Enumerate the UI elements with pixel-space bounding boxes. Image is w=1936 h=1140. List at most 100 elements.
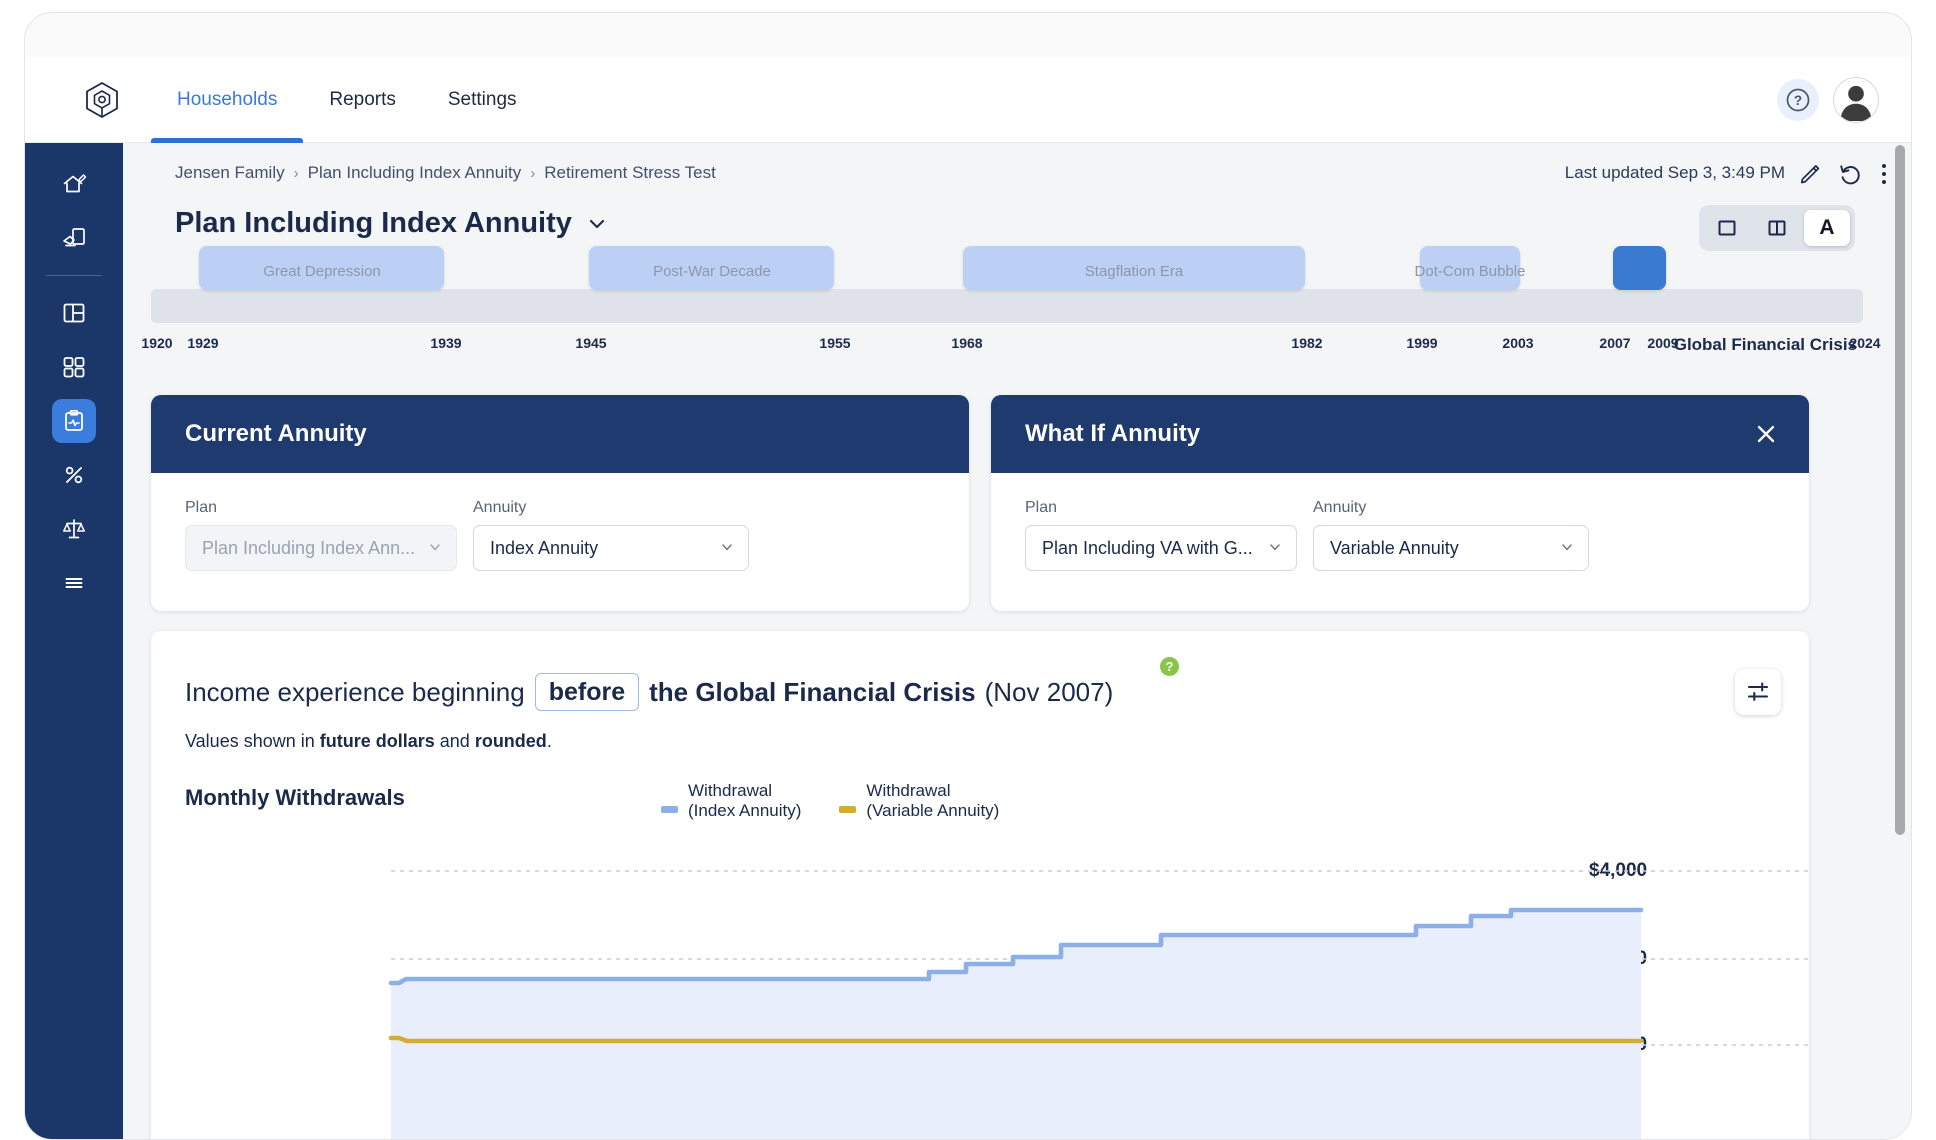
values-note-prefix: Values shown in [185,731,320,751]
tab-households[interactable]: Households [151,57,304,143]
tab-settings[interactable]: Settings [422,57,543,143]
experience-heading: Income experience beginning before the G… [185,673,1113,711]
values-note-bold-2: rounded [474,731,547,751]
timeline-era-label-1: Post-War Decade [653,263,771,280]
experience-suffix: (Nov 2007) [984,676,1114,707]
chart-title: Monthly Withdrawals [185,785,405,810]
last-updated-text: Last updated Sep 3, 3:49 PM [1564,163,1785,182]
sidebar-item-clipboard-pulse[interactable] [25,394,123,448]
timeline-tick-1: 1929 [187,335,219,351]
sliders-settings-icon[interactable] [1735,669,1781,715]
whatif-plan-select[interactable]: Plan Including VA with G... [1025,525,1297,571]
sidebar-divider [46,275,102,276]
timeline-era-label-0: Great Depression [263,263,381,280]
experience-timing-toggle[interactable]: before [534,673,640,711]
timeline-era-global-financial-crisis[interactable] [1613,246,1666,290]
whatif-plan-value: Plan Including VA with G... [1042,537,1253,558]
legend-label-variable-line2: (Variable Annuity) [866,800,1000,820]
pencil-icon[interactable] [1795,159,1825,189]
breadcrumb-separator: › [530,164,536,182]
sidebar-item-home-edit[interactable] [25,157,123,211]
current-annuity-header: Current Annuity [151,395,969,473]
breadcrumb-item-1[interactable]: Plan Including Index Annuity [308,163,522,183]
sidebar-item-grid-squares[interactable] [25,340,123,394]
tab-households-label: Households [177,89,278,110]
what-if-annuity-title: What If Annuity [1025,420,1201,447]
close-x-icon[interactable] [1751,419,1781,449]
timeline-era-label-2: Stagflation Era [1084,263,1184,280]
breadcrumb-item-2[interactable]: Retirement Stress Test [544,163,716,183]
current-annuity-body: Plan Plan Including Index Ann... Annuity… [151,473,969,597]
breadcrumb: Jensen Family › Plan Including Index Ann… [175,163,716,183]
undo-history-icon[interactable] [1835,159,1865,189]
current-plan-field: Plan Plan Including Index Ann... [185,499,457,571]
values-note-suffix: . [546,731,552,751]
experience-mid: the Global Financial Crisis [649,676,976,707]
timeline-track[interactable] [151,289,1863,323]
chart-legend: Withdrawal (Index Annuity) Withdrawal (V… [661,781,999,820]
grid-squares-icon [52,345,96,389]
timeline-era-label-3: Dot-Com Bubble [1414,263,1526,280]
tab-settings-label: Settings [447,89,517,110]
whatif-plan-field: Plan Plan Including VA with G... [1025,499,1297,571]
current-annuity-value: Index Annuity [490,537,599,558]
scales-balance-icon [52,507,96,551]
hamburger-menu-icon [52,561,96,605]
top-nav-tabs: Households Reports Settings [151,57,543,143]
timeline-tick-8: 2003 [1502,335,1534,351]
legend-swatch-index-annuity [661,806,678,814]
current-annuity-label: Annuity [473,499,527,516]
vertical-scrollbar-track[interactable] [1893,145,1907,1139]
breadcrumb-separator: › [293,164,299,182]
sidebar-item-percent[interactable] [25,448,123,502]
top-navigation-bar: Households Reports Settings ? [25,57,1911,143]
what-if-annuity-header: What If Annuity [991,395,1809,473]
selected-era-label: Global Financial Crisis [1673,335,1857,354]
withdrawals-area-chart: $4,000 $3,000 $2,000 [151,831,1809,1139]
cube-logo-icon[interactable] [81,79,123,121]
breadcrumb-row: Jensen Family › Plan Including Index Ann… [123,143,1911,205]
timeline-tick-0: 1920 [141,335,173,351]
current-plan-label: Plan [185,499,218,516]
sidebar-item-scales-balance[interactable] [25,502,123,556]
whatif-annuity-select[interactable]: Variable Annuity [1313,525,1589,571]
page-title: Plan Including Index Annuity [175,207,572,239]
legend-label-index-annuity: Withdrawal (Index Annuity) [688,781,801,820]
breadcrumb-item-0[interactable]: Jensen Family [175,163,285,183]
current-plan-value: Plan Including Index Ann... [202,537,416,558]
text-view-label: A [1819,216,1835,239]
what-if-annuity-card: What If Annuity Plan Plan Including VA w… [991,395,1809,611]
legend-label-index-line2: (Index Annuity) [688,800,802,820]
svg-text:?: ? [1794,93,1802,108]
current-annuity-card: Current Annuity Plan Plan Including Inde… [151,395,969,611]
timeline-tick-3: 1945 [575,335,607,351]
whatif-annuity-value: Variable Annuity [1330,537,1459,558]
tab-reports[interactable]: Reports [303,57,422,143]
single-pane-icon[interactable] [1704,210,1750,246]
main-content-area: Jensen Family › Plan Including Index Ann… [123,143,1911,1139]
sidebar-item-hand-document[interactable] [25,211,123,265]
legend-swatch-variable-annuity [839,806,857,814]
user-avatar-icon[interactable] [1833,77,1879,123]
sidebar-item-hamburger-menu[interactable] [25,556,123,610]
text-view-icon[interactable]: A [1804,210,1850,246]
help-badge-icon[interactable]: ? [1160,657,1179,676]
values-note: Values shown in future dollars and round… [185,731,552,752]
chevron-down-icon[interactable] [586,213,608,235]
legend-label-variable-annuity: Withdrawal (Variable Annuity) [866,781,999,820]
timeline-tick-5: 1968 [951,335,983,351]
split-pane-icon[interactable] [1754,210,1800,246]
current-annuity-title: Current Annuity [185,420,367,447]
question-circle-icon[interactable]: ? [1777,79,1819,121]
vertical-scrollbar-thumb[interactable] [1895,145,1905,835]
values-note-mid: and [434,731,475,751]
sidebar-item-layout-panels[interactable] [25,286,123,340]
legend-item-index-annuity[interactable]: Withdrawal (Index Annuity) [661,781,801,820]
tab-reports-label: Reports [329,89,396,110]
what-if-annuity-body: Plan Plan Including VA with G... Annuity… [991,473,1809,597]
chevron-down-icon [1268,538,1282,559]
chevron-down-icon [1560,538,1574,559]
hand-document-icon [52,216,96,260]
legend-item-variable-annuity[interactable]: Withdrawal (Variable Annuity) [839,781,999,820]
current-annuity-select[interactable]: Index Annuity [473,525,749,571]
